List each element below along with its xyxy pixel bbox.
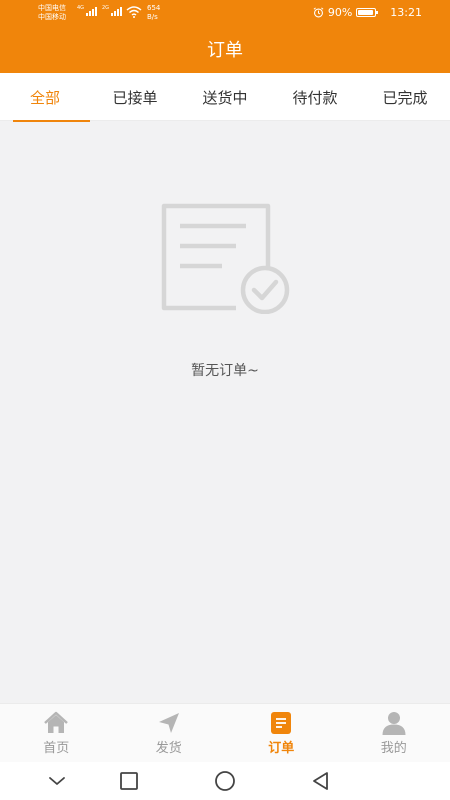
tab-completed[interactable]: 已完成 [360, 73, 450, 121]
tab-accepted[interactable]: 已接单 [90, 73, 180, 121]
carrier-info: 中国电信 中国移动 [38, 4, 66, 22]
signal-1-label: 4G [77, 5, 85, 11]
nav-me-label: 我的 [380, 741, 407, 756]
net-speed: 654 B/s [147, 4, 160, 22]
tab-accepted-label: 已接单 [112, 88, 158, 107]
alarm-icon [313, 7, 324, 18]
net-speed-unit: B/s [147, 13, 158, 21]
nav-me[interactable]: 我的 [338, 704, 450, 762]
carrier-2: 中国移动 [38, 13, 66, 21]
net-speed-value: 654 [147, 4, 161, 12]
person-icon [382, 712, 406, 735]
status-right: 90% 13:21 [313, 6, 422, 19]
battery-icon [356, 8, 379, 17]
status-time: 13:21 [390, 6, 422, 19]
carrier-1: 中国电信 [38, 4, 66, 12]
chevron-down-icon[interactable] [46, 770, 68, 792]
battery-percent: 90% [327, 6, 353, 19]
home-circle-icon[interactable] [214, 770, 236, 792]
bottom-nav: 首页 发货 订单 我的 [0, 703, 450, 762]
tab-delivering-label: 送货中 [202, 88, 248, 107]
signal-1-icon: 4G [77, 5, 98, 16]
tab-completed-label: 已完成 [382, 88, 428, 107]
home-icon [44, 711, 69, 733]
wifi-icon [126, 6, 142, 18]
status-bar: 中国电信 中国移动 4G 2G 654 B/s 90% 13:21 [0, 0, 450, 28]
tab-unpaid-label: 待付款 [292, 88, 338, 107]
tab-delivering[interactable]: 送货中 [180, 73, 270, 121]
tab-all[interactable]: 全部 [0, 73, 90, 122]
page-title: 订单 [207, 40, 243, 61]
empty-state-text: 暂无订单~ [191, 363, 259, 379]
back-triangle-icon[interactable] [310, 770, 332, 792]
nav-orders[interactable]: 订单 [225, 704, 338, 762]
signal-2-label: 2G [102, 5, 110, 11]
tab-all-label: 全部 [29, 88, 60, 107]
nav-orders-label: 订单 [268, 741, 295, 756]
empty-document-check-icon [161, 203, 290, 314]
nav-home-label: 首页 [43, 741, 70, 756]
order-tabs: 全部 已接单 送货中 待付款 已完成 [0, 73, 450, 122]
nav-ship[interactable]: 发货 [113, 704, 226, 762]
send-icon [158, 713, 179, 733]
tab-unpaid[interactable]: 待付款 [270, 73, 360, 121]
signal-2-icon: 2G [102, 5, 123, 16]
order-icon [271, 712, 292, 734]
nav-home[interactable]: 首页 [0, 704, 113, 762]
top-bar: 中国电信 中国移动 4G 2G 654 B/s 90% 13:21 订单 [0, 0, 450, 73]
system-nav-bar [0, 762, 450, 800]
nav-ship-label: 发货 [155, 741, 182, 756]
recents-square-icon[interactable] [118, 770, 140, 792]
